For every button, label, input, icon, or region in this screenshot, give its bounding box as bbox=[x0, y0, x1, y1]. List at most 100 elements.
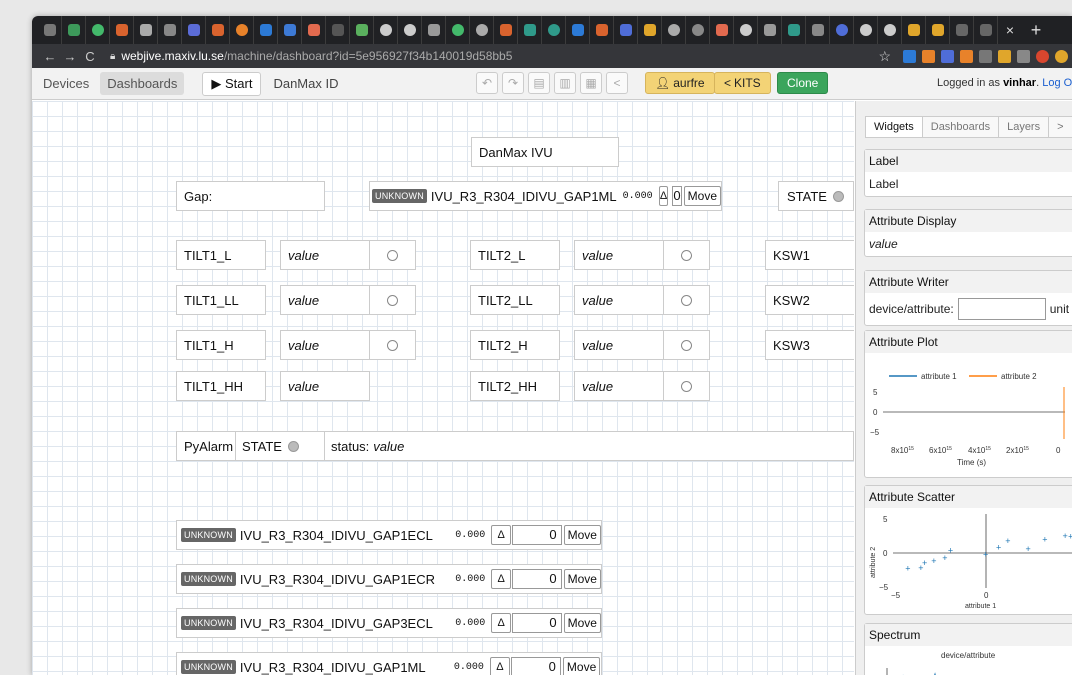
tab[interactable] bbox=[662, 16, 686, 44]
tab-more[interactable]: > bbox=[1048, 116, 1072, 138]
move-button[interactable]: Move bbox=[683, 186, 721, 206]
start-button[interactable]: ▶ Start bbox=[202, 71, 262, 96]
tab[interactable] bbox=[350, 16, 374, 44]
paste-icon[interactable]: ▥ bbox=[554, 72, 576, 94]
tilt-led[interactable] bbox=[369, 285, 416, 315]
tab[interactable] bbox=[398, 16, 422, 44]
extension-icon[interactable] bbox=[960, 49, 973, 63]
tilt-value[interactable]: value bbox=[574, 330, 664, 360]
ksw-label[interactable]: KSW3 bbox=[765, 330, 854, 360]
tab-close-icon[interactable]: × bbox=[998, 22, 1022, 38]
tilt-name[interactable]: TILT1_HH bbox=[176, 371, 266, 401]
nav-devices[interactable]: Devices bbox=[36, 72, 96, 95]
tab[interactable] bbox=[758, 16, 782, 44]
tab[interactable] bbox=[566, 16, 590, 44]
widget-gap-writer[interactable]: UNKNOWN IVU_R3_R304_IDIVU_GAP1ML 0.000 Δ… bbox=[369, 181, 722, 211]
pyalarm-status[interactable]: status: value bbox=[324, 431, 854, 461]
tab[interactable] bbox=[134, 16, 158, 44]
extension-icon[interactable] bbox=[941, 49, 954, 63]
tab[interactable] bbox=[734, 16, 758, 44]
tab[interactable] bbox=[110, 16, 134, 44]
tilt-value[interactable]: value bbox=[574, 285, 664, 315]
extension-icon[interactable] bbox=[1017, 49, 1030, 63]
tilt-name[interactable]: TILT2_HH bbox=[470, 371, 560, 401]
tab[interactable] bbox=[806, 16, 830, 44]
widget-card-attribute-scatter[interactable]: Attribute Scatter 5 0 −5 attribute 2 −5 … bbox=[864, 485, 1072, 615]
profile-icon[interactable] bbox=[1036, 49, 1049, 63]
tilt-led[interactable] bbox=[369, 240, 416, 270]
tilt-led[interactable] bbox=[663, 371, 710, 401]
extension-icon[interactable] bbox=[1055, 49, 1068, 63]
new-tab-button[interactable]: + bbox=[1022, 20, 1050, 41]
bookmark-star-icon[interactable]: ☆ bbox=[878, 48, 891, 65]
ksw-label[interactable]: KSW1 bbox=[765, 240, 854, 270]
tab[interactable] bbox=[62, 16, 86, 44]
tab[interactable] bbox=[518, 16, 542, 44]
tab[interactable] bbox=[494, 16, 518, 44]
widget-card-spectrum[interactable]: Spectrum device/attribute bbox=[864, 623, 1072, 675]
tab[interactable] bbox=[878, 16, 902, 44]
undo-icon[interactable]: ↶ bbox=[476, 72, 498, 94]
tab[interactable] bbox=[614, 16, 638, 44]
delta-button[interactable]: Δ bbox=[491, 613, 512, 633]
tab[interactable] bbox=[710, 16, 734, 44]
tab-widgets[interactable]: Widgets bbox=[865, 116, 923, 138]
widget-state[interactable]: STATE bbox=[778, 181, 854, 211]
extension-icon[interactable] bbox=[998, 49, 1011, 63]
nav-dashboards[interactable]: Dashboards bbox=[100, 72, 185, 95]
gap-writer-row[interactable]: UNKNOWN IVU_R3_R304_IDIVU_GAP1ECL 0.000 … bbox=[176, 520, 602, 550]
extension-icon[interactable] bbox=[979, 49, 992, 63]
tilt-value[interactable]: value bbox=[574, 371, 664, 401]
move-button[interactable]: Move bbox=[562, 657, 601, 675]
value-input[interactable]: 0 bbox=[510, 657, 561, 675]
rss-icon[interactable] bbox=[922, 49, 935, 63]
move-button[interactable]: Move bbox=[563, 525, 601, 545]
reload-icon[interactable]: C bbox=[80, 49, 100, 64]
tab[interactable] bbox=[902, 16, 926, 44]
value-input[interactable]: 0 bbox=[512, 613, 562, 633]
tab[interactable] bbox=[782, 16, 806, 44]
widget-card-attribute-writer[interactable]: Attribute Writer device/attribute: unit bbox=[864, 270, 1072, 326]
tab[interactable] bbox=[686, 16, 710, 44]
tilt-value[interactable]: value bbox=[280, 240, 370, 270]
tab[interactable] bbox=[374, 16, 398, 44]
tab[interactable] bbox=[422, 16, 446, 44]
dashboard-name[interactable]: DanMax ID bbox=[273, 76, 338, 91]
pyalarm-state[interactable]: STATE bbox=[235, 431, 325, 461]
tab[interactable] bbox=[950, 16, 974, 44]
tab[interactable] bbox=[206, 16, 230, 44]
tilt-led[interactable] bbox=[663, 330, 710, 360]
tilt-value[interactable]: value bbox=[280, 330, 370, 360]
tab[interactable] bbox=[446, 16, 470, 44]
delta-button[interactable]: Δ bbox=[491, 569, 512, 589]
user-group-button[interactable]: 👤︎ aurfre bbox=[645, 72, 715, 94]
tab[interactable] bbox=[326, 16, 350, 44]
tab[interactable] bbox=[854, 16, 878, 44]
tab[interactable] bbox=[278, 16, 302, 44]
widget-card-attribute-display[interactable]: Attribute Display value bbox=[864, 209, 1072, 257]
ksw-label[interactable]: KSW2 bbox=[765, 285, 854, 315]
tab[interactable] bbox=[590, 16, 614, 44]
gap-writer-row[interactable]: UNKNOWN IVU_R3_R304_IDIVU_GAP1ML 0.000 Δ… bbox=[176, 652, 602, 675]
dashboard-canvas[interactable]: DanMax IVU Gap: UNKNOWN IVU_R3_R304_IDIV… bbox=[32, 101, 854, 675]
pyalarm-label[interactable]: PyAlarm bbox=[176, 431, 236, 461]
forward-icon[interactable]: → bbox=[60, 49, 80, 64]
tab[interactable] bbox=[230, 16, 254, 44]
tab[interactable] bbox=[158, 16, 182, 44]
back-icon[interactable]: ← bbox=[40, 49, 60, 64]
move-button[interactable]: Move bbox=[563, 613, 601, 633]
delta-button[interactable]: Δ bbox=[491, 525, 512, 545]
tab[interactable] bbox=[470, 16, 494, 44]
tab[interactable] bbox=[302, 16, 326, 44]
copy-icon[interactable]: ▤ bbox=[528, 72, 550, 94]
tab[interactable] bbox=[86, 16, 110, 44]
delta-button[interactable]: Δ bbox=[658, 186, 669, 206]
tab[interactable] bbox=[830, 16, 854, 44]
delta-button[interactable]: Δ bbox=[489, 657, 510, 675]
widget-card-attribute-plot[interactable]: Attribute Plot attribute 1 attribute 2 5… bbox=[864, 330, 1072, 478]
tilt-value[interactable]: value bbox=[574, 240, 664, 270]
duplicate-icon[interactable]: ▦ bbox=[580, 72, 602, 94]
extension-icon[interactable] bbox=[903, 49, 916, 63]
tab[interactable] bbox=[182, 16, 206, 44]
kits-button[interactable]: < KITS bbox=[714, 72, 771, 94]
